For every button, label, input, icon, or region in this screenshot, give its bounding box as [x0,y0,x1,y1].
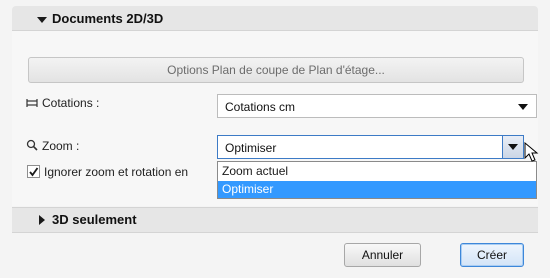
ignore-zoom-checkbox[interactable] [27,165,40,178]
expand-arrow-icon[interactable] [37,17,47,23]
cancel-button[interactable]: Annuler [344,243,421,267]
dialog-panel: Documents 2D/3D Options Plan de coupe de… [0,0,550,278]
checkmark-icon [29,167,39,177]
dimensions-value: Cotations cm [225,100,296,114]
dimensions-select[interactable]: Cotations cm [217,94,537,118]
section-header-documents[interactable]: Documents 2D/3D [12,6,538,31]
chevron-down-icon[interactable] [518,104,528,110]
zoom-option-current[interactable]: Zoom actuel [218,163,536,180]
chevron-down-icon [508,144,518,150]
zoom-option-optimize[interactable]: Optimiser [218,181,536,198]
zoom-value: Optimiser [225,141,277,155]
section-header-3d-only[interactable]: 3D seulement [12,207,538,233]
zoom-dropdown-list: Zoom actuel Optimiser [217,161,537,199]
section-title-documents: Documents 2D/3D [52,11,164,26]
floor-plan-options-button[interactable]: Options Plan de coupe de Plan d'étage... [28,57,524,83]
create-button[interactable]: Créer [460,243,524,267]
section-title-3d-only: 3D seulement [52,212,137,227]
mouse-cursor-icon [524,142,539,162]
expand-arrow-icon[interactable] [39,215,45,225]
dimensions-label: Cotations : [42,96,100,110]
zoom-dropdown-button[interactable] [502,135,524,159]
magnifier-icon [26,139,38,151]
zoom-select[interactable]: Optimiser [217,135,524,159]
ignore-zoom-label: Ignorer zoom et rotation en [44,165,189,179]
zoom-label: Zoom : [42,139,80,153]
dimension-icon [26,99,38,107]
